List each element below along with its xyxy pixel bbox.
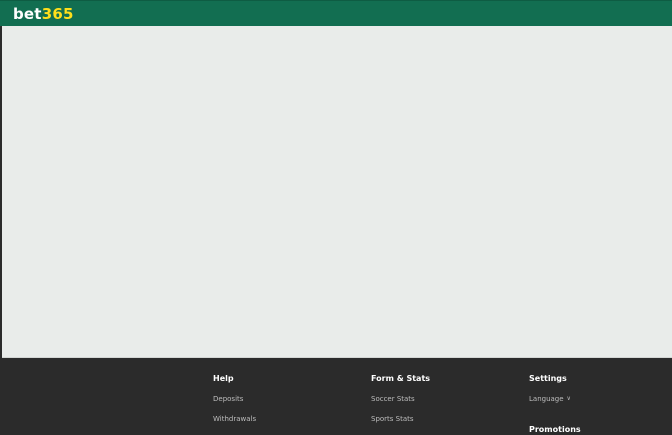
bet365-logo[interactable]: bet365 — [13, 5, 74, 23]
logo-text-365: 365 — [41, 5, 74, 23]
footer-heading-help: Help — [213, 374, 234, 383]
top-header: bet365 — [0, 0, 672, 26]
main-content-area — [2, 26, 672, 358]
page: bet365 Help Deposits Withdrawals Form & … — [0, 0, 672, 435]
footer-link-withdrawals[interactable]: Withdrawals — [213, 415, 256, 424]
language-selector[interactable]: Language ∨ — [529, 395, 571, 404]
footer-link-soccer-stats[interactable]: Soccer Stats — [371, 395, 415, 404]
language-label: Language — [529, 395, 564, 403]
footer-link-deposits[interactable]: Deposits — [213, 395, 243, 404]
logo-text-bet: bet — [13, 5, 42, 23]
footer: Help Deposits Withdrawals Form & Stats S… — [0, 358, 672, 435]
footer-link-sports-stats[interactable]: Sports Stats — [371, 415, 414, 424]
footer-heading-promotions: Promotions — [529, 425, 581, 434]
footer-heading-form-stats: Form & Stats — [371, 374, 431, 383]
chevron-down-icon: ∨ — [566, 395, 571, 402]
footer-heading-settings: Settings — [529, 374, 567, 383]
